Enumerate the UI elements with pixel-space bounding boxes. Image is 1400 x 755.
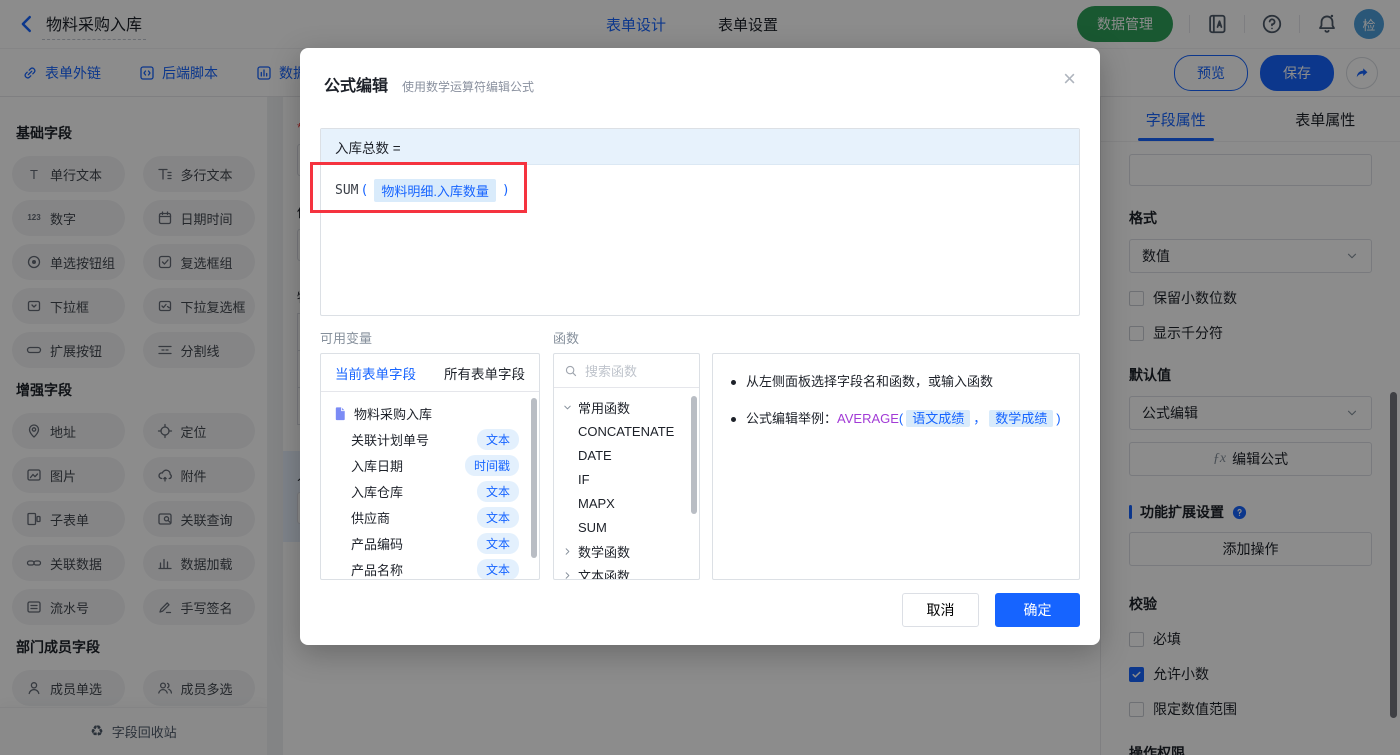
- variables-panel: 当前表单字段 所有表单字段 物料采购入库 关联计划单号 文本 入库日期 时间戳 入库仓库 文本…: [320, 353, 540, 580]
- help-example: 公式编辑举例：AVERAGE(语文成绩，数学成绩): [746, 410, 1061, 427]
- function-item-SUM[interactable]: SUM: [554, 515, 699, 539]
- function-group-name: 常用函数: [578, 400, 631, 416]
- functions-scrollbar[interactable]: [691, 396, 697, 514]
- function-item-CONCATENATE[interactable]: CONCATENATE: [554, 419, 699, 443]
- functions-label: 函数: [553, 331, 580, 346]
- formula-field-token[interactable]: 物料明细.入库数量: [374, 179, 496, 202]
- function-group-name: 文本函数: [578, 568, 631, 580]
- variables-list: 物料采购入库 关联计划单号 文本 入库日期 时间戳 入库仓库 文本 供应商 文本 产品编码 文本 产品…: [321, 392, 539, 579]
- example-field-token: 语文成绩: [906, 410, 971, 427]
- formula-editor-modal: 公式编辑 使用数学运算符编辑公式 × 入库总数 = SUM(物料明细.入库数量)…: [300, 48, 1100, 645]
- close-icon[interactable]: ×: [1063, 68, 1076, 90]
- variable-field-row[interactable]: 产品编码 文本: [321, 530, 539, 556]
- variable-field-row[interactable]: 入库仓库 文本: [321, 478, 539, 504]
- bullet-dot: [731, 417, 736, 422]
- form-doc-icon: [333, 406, 348, 421]
- help-bullet-1: 从左侧面板选择字段名和函数，或输入函数: [731, 372, 1061, 392]
- formula-input-area[interactable]: SUM(物料明细.入库数量): [321, 165, 1079, 315]
- modal-header: 公式编辑 使用数学运算符编辑公式 ×: [300, 48, 1100, 96]
- variable-field-name: 产品编码: [351, 536, 404, 552]
- panel-labels: 可用变量 函数: [320, 328, 1080, 347]
- function-search-input[interactable]: 搜索函数: [554, 354, 699, 388]
- variable-type-badge: 文本: [476, 506, 519, 528]
- cancel-button[interactable]: 取消: [902, 593, 979, 627]
- variables-tabs: 当前表单字段 所有表单字段: [321, 354, 539, 392]
- variable-field-name: 入库仓库: [351, 484, 404, 500]
- variables-scrollbar[interactable]: [531, 398, 537, 558]
- variable-field-row[interactable]: 入库日期 时间戳: [321, 452, 539, 478]
- help-bullet-2: 公式编辑举例：AVERAGE(语文成绩，数学成绩): [731, 409, 1061, 429]
- functions-list: 常用函数 CONCATENATE DATE IF MAPX SUM 数学函数文本函数: [554, 388, 699, 580]
- variables-tab-current-form[interactable]: 当前表单字段: [321, 354, 430, 391]
- formula-target: 入库总数 =: [321, 129, 1079, 165]
- bullet-dot: [731, 380, 736, 385]
- function-item-DATE[interactable]: DATE: [554, 443, 699, 467]
- confirm-button[interactable]: 确定: [995, 593, 1080, 627]
- chevron-right-icon: [562, 570, 573, 580]
- variables-tab-all-forms[interactable]: 所有表单字段: [430, 354, 539, 391]
- variable-type-badge: 文本: [476, 558, 519, 579]
- function-group-name: 数学函数: [578, 544, 631, 560]
- variable-type-badge: 文本: [476, 428, 519, 450]
- variable-type-badge: 文本: [476, 480, 519, 502]
- function-group-row[interactable]: 数学函数: [554, 539, 699, 563]
- formula-fn-name: SUM: [335, 183, 359, 198]
- variable-type-badge: 时间戳: [464, 454, 519, 476]
- modal-footer: 取消 确定: [300, 593, 1100, 645]
- modal-subtitle: 使用数学运算符编辑公式: [402, 80, 535, 94]
- functions-panel: 搜索函数 常用函数 CONCATENATE DATE IF MAPX SUM 数学函数文本函…: [553, 353, 700, 580]
- variables-root-name: 物料采购入库: [354, 406, 433, 422]
- formula-expression: SUM(物料明细.入库数量): [335, 179, 1065, 202]
- function-search-placeholder: 搜索函数: [585, 364, 638, 379]
- formula-editor: 入库总数 = SUM(物料明细.入库数量): [320, 128, 1080, 316]
- function-item-MAPX[interactable]: MAPX: [554, 491, 699, 515]
- variable-field-name: 入库日期: [351, 458, 404, 474]
- function-group-row[interactable]: 常用函数: [554, 395, 699, 419]
- function-item-IF[interactable]: IF: [554, 467, 699, 491]
- example-field-token: 数学成绩: [989, 410, 1054, 427]
- formula-help-panel: 从左侧面板选择字段名和函数，或输入函数 公式编辑举例：AVERAGE(语文成绩，…: [712, 353, 1080, 580]
- chevron-right-icon: [562, 546, 573, 557]
- variable-field-name: 产品名称: [351, 562, 404, 578]
- variable-field-name: 供应商: [351, 510, 391, 526]
- variables-label: 可用变量: [320, 331, 373, 346]
- search-icon: [564, 364, 578, 378]
- example-fn-name: AVERAGE: [837, 411, 899, 426]
- variable-field-name: 关联计划单号: [351, 432, 430, 448]
- variable-field-row[interactable]: 产品名称 文本: [321, 556, 539, 579]
- variable-field-row[interactable]: 关联计划单号 文本: [321, 426, 539, 452]
- modal-title: 公式编辑: [324, 78, 389, 95]
- function-group-row[interactable]: 文本函数: [554, 563, 699, 580]
- chevron-down-icon: [562, 402, 573, 413]
- variables-root-node[interactable]: 物料采购入库: [321, 400, 539, 426]
- variable-field-row[interactable]: 供应商 文本: [321, 504, 539, 530]
- variable-type-badge: 文本: [476, 532, 519, 554]
